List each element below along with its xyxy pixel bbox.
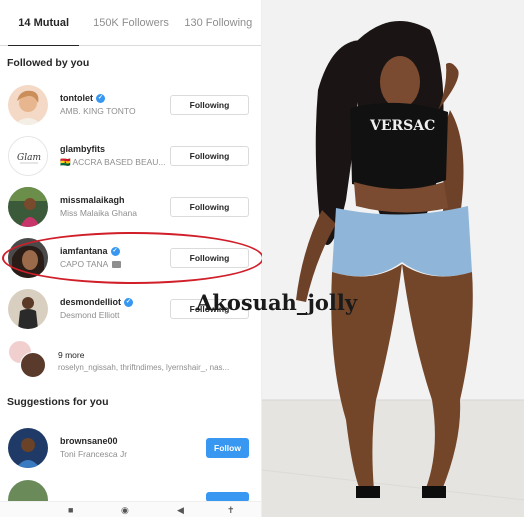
username-text[interactable]: desmondelliot (60, 297, 121, 307)
display-name-text: CAPO TANA (60, 259, 108, 269)
following-button[interactable]: Following (170, 95, 249, 115)
username[interactable]: iamfantana ✓ (60, 246, 120, 256)
woman-photo: VERSAC (262, 0, 524, 517)
android-nav-bar: ■ ◉ ◀ ✝ (0, 501, 261, 517)
verified-badge-icon: ✓ (110, 246, 120, 256)
follow-tabs: 14 Mutual 150K Followers 130 Following (0, 0, 261, 46)
username-text[interactable]: missmalaikagh (60, 195, 125, 205)
display-name: AMB. KING TONTO (60, 106, 136, 116)
verified-badge-icon: ✓ (124, 297, 134, 307)
square-icon[interactable]: ■ (68, 505, 73, 515)
list-item[interactable]: brownsane00 Toni Francesca Jr Follow (0, 426, 261, 470)
follow-button[interactable]: Follow (206, 438, 249, 458)
avatar[interactable] (8, 187, 48, 227)
emoji-icon (112, 261, 122, 269)
display-name: 🇬🇭 ACCRA BASED BEAU... (60, 157, 165, 167)
username-text[interactable]: glambyfits (60, 144, 105, 154)
avatar[interactable] (8, 238, 48, 278)
following-button[interactable]: Following (170, 248, 249, 268)
back-triangle-icon[interactable]: ◀ (177, 505, 184, 516)
avatar[interactable] (8, 428, 48, 468)
more-names: roselyn_ngissah, thriftndimes, lyernshai… (58, 363, 230, 372)
home-circle-icon[interactable]: ◉ (121, 505, 129, 516)
display-name: CAPO TANA (60, 259, 122, 269)
display-name: Desmond Elliott (60, 310, 120, 320)
more-count[interactable]: 9 more (58, 350, 84, 360)
list-item[interactable]: Glam glambyfits 🇬🇭 ACCRA BASED BEAU... F… (0, 134, 261, 178)
avatar[interactable] (8, 289, 48, 329)
following-button[interactable]: Following (170, 146, 249, 166)
username[interactable]: tontolet ✓ (60, 93, 105, 103)
username[interactable]: missmalaikagh (60, 195, 125, 205)
svg-text:Glam: Glam (17, 153, 41, 163)
tab-following[interactable]: 130 Following (175, 0, 261, 45)
accessibility-icon[interactable]: ✝ (227, 505, 235, 516)
instagram-mutual-followers-panel: 14 Mutual 150K Followers 130 Following F… (0, 0, 262, 517)
display-name: Miss Malaika Ghana (60, 208, 138, 218)
verified-badge-icon: ✓ (96, 93, 105, 103)
username-text[interactable]: iamfantana (60, 246, 108, 256)
display-name: Toni Francesca Jr (60, 449, 128, 459)
tab-followers[interactable]: 150K Followers (87, 0, 174, 45)
stacked-avatars (8, 340, 48, 380)
avatar[interactable] (8, 85, 48, 125)
username-text[interactable]: tontolet (60, 93, 93, 103)
avatar (20, 352, 46, 378)
list-item[interactable]: tontolet ✓ AMB. KING TONTO Following (0, 83, 261, 127)
list-item[interactable]: missmalaikagh Miss Malaika Ghana Followi… (0, 185, 261, 229)
username[interactable]: desmondelliot ✓ (60, 297, 134, 307)
suggestions-heading: Suggestions for you (7, 396, 109, 408)
following-button[interactable]: Following (170, 197, 249, 217)
watermark-text: Akosuah_jolly (196, 290, 358, 315)
svg-text:VERSAC: VERSAC (369, 118, 435, 134)
username[interactable]: glambyfits (60, 144, 105, 154)
followed-by-you-heading: Followed by you (7, 57, 90, 69)
username-text[interactable]: brownsane00 (60, 436, 118, 446)
username[interactable]: brownsane00 (60, 436, 118, 446)
list-item[interactable]: iamfantana ✓ CAPO TANA Following (0, 236, 261, 280)
avatar[interactable]: Glam (8, 136, 48, 176)
tab-mutual[interactable]: 14 Mutual (0, 0, 87, 46)
